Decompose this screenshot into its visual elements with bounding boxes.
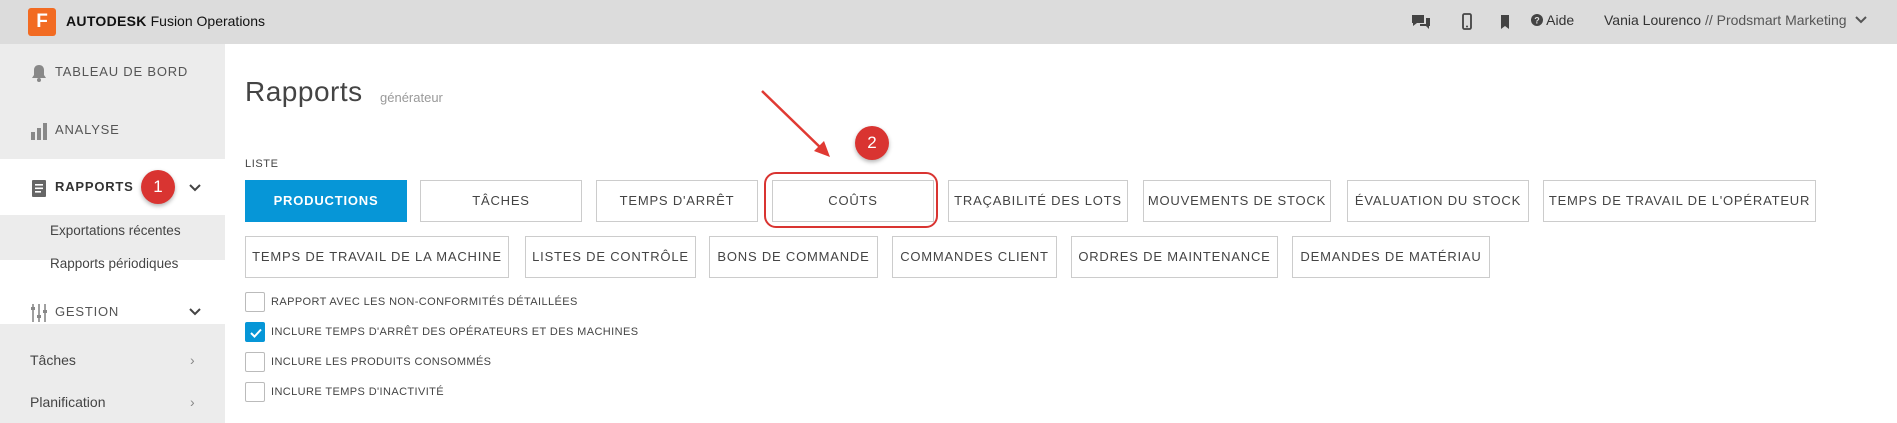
user-menu[interactable]: Vania Lourenco // Prodsmart Marketing bbox=[1604, 12, 1868, 28]
sidebar-item-label: RAPPORTS bbox=[55, 179, 134, 194]
option-label: RAPPORT AVEC LES NON-CONFORMITÉS DÉTAILL… bbox=[271, 296, 578, 308]
report-material-requests-button[interactable]: DEMANDES DE MATÉRIAU bbox=[1292, 236, 1490, 278]
brand-product: Fusion Operations bbox=[150, 13, 266, 29]
sidebar-subitem-tasks[interactable]: Tâches bbox=[30, 352, 76, 368]
report-purchase-orders-button[interactable]: BONS DE COMMANDE bbox=[709, 236, 878, 278]
report-checklists-button[interactable]: LISTES DE CONTRÔLE bbox=[525, 236, 696, 278]
sidebar-item-label: ANALYSE bbox=[55, 122, 120, 137]
mobile-icon[interactable] bbox=[1456, 12, 1478, 32]
report-productions-button[interactable]: PRODUCTIONS bbox=[245, 180, 407, 222]
app-logo[interactable]: F bbox=[28, 8, 56, 36]
report-operator-work-time-button[interactable]: TEMPS DE TRAVAIL DE L'OPÉRATEUR bbox=[1543, 180, 1816, 222]
help-icon: ? bbox=[1531, 14, 1543, 26]
option-label: INCLURE TEMPS D'INACTIVITÉ bbox=[271, 386, 445, 398]
page-title: Rapports bbox=[245, 76, 363, 107]
chat-icon[interactable] bbox=[1410, 12, 1432, 32]
report-lot-traceability-button[interactable]: TRAÇABILITÉ DES LOTS bbox=[948, 180, 1128, 222]
checkbox[interactable] bbox=[245, 352, 265, 372]
report-icon bbox=[28, 177, 50, 199]
chevron-down-icon[interactable] bbox=[188, 305, 202, 319]
list-label: LISTE bbox=[245, 158, 279, 170]
brand-name: AUTODESK Fusion Operations bbox=[66, 13, 265, 29]
checkbox[interactable] bbox=[245, 382, 265, 402]
checkbox[interactable] bbox=[245, 292, 265, 312]
option-label: INCLURE LES PRODUITS CONSOMMÉS bbox=[271, 356, 492, 368]
page-subtitle: générateur bbox=[380, 90, 443, 105]
sidebar-item-dashboard[interactable]: TABLEAU DE BORD bbox=[0, 44, 225, 100]
bookmark-icon[interactable] bbox=[1494, 12, 1516, 32]
step-badge-1: 1 bbox=[141, 170, 175, 204]
option-label: INCLURE TEMPS D'ARRÊT DES OPÉRATEURS ET … bbox=[271, 326, 639, 338]
sidebar-item-analysis[interactable]: ANALYSE bbox=[0, 102, 225, 158]
report-stock-valuation-button[interactable]: ÉVALUATION DU STOCK bbox=[1347, 180, 1529, 222]
sidebar-subitem-recent-exports[interactable]: Exportations récentes bbox=[50, 223, 181, 238]
org-name: Prodsmart Marketing bbox=[1716, 12, 1847, 28]
report-machine-work-time-button[interactable]: TEMPS DE TRAVAIL DE LA MACHINE bbox=[245, 236, 509, 278]
report-customer-orders-button[interactable]: COMMANDES CLIENT bbox=[892, 236, 1057, 278]
sidebar-item-label: TABLEAU DE BORD bbox=[55, 64, 189, 79]
checkbox[interactable] bbox=[245, 322, 265, 342]
sidebar-item-management[interactable]: GESTION bbox=[0, 284, 225, 340]
report-maintenance-orders-button[interactable]: ORDRES DE MAINTENANCE bbox=[1071, 236, 1278, 278]
report-stock-movements-button[interactable]: MOUVEMENTS DE STOCK bbox=[1143, 180, 1331, 222]
help-label: Aide bbox=[1546, 12, 1575, 28]
brand-bold: AUTODESK bbox=[66, 13, 147, 29]
svg-text:?: ? bbox=[1534, 16, 1540, 26]
check-icon bbox=[250, 328, 262, 338]
sidebar-subitem-planning[interactable]: Planification bbox=[30, 394, 106, 410]
sidebar-item-reports[interactable]: RAPPORTS 1 bbox=[0, 159, 225, 215]
sliders-icon bbox=[28, 302, 50, 324]
chevron-right-icon: › bbox=[190, 394, 195, 410]
chevron-down-icon bbox=[1855, 16, 1868, 24]
report-downtime-button[interactable]: TEMPS D'ARRÊT bbox=[596, 180, 758, 222]
chevron-down-icon[interactable] bbox=[188, 181, 202, 195]
costs-highlight-box bbox=[764, 172, 938, 228]
sidebar: TABLEAU DE BORD ANALYSE RAPPORTS 1 Expor… bbox=[0, 44, 225, 423]
bell-icon bbox=[28, 62, 50, 84]
chevron-right-icon: › bbox=[190, 352, 195, 368]
bar-chart-icon bbox=[28, 120, 50, 142]
step-badge-2: 2 bbox=[855, 126, 889, 160]
help-link[interactable]: ? Aide bbox=[1531, 12, 1574, 28]
sidebar-item-label: GESTION bbox=[55, 304, 120, 319]
report-tasks-button[interactable]: TÂCHES bbox=[420, 180, 582, 222]
sidebar-subitem-periodic-reports[interactable]: Rapports périodiques bbox=[50, 256, 178, 271]
user-name: Vania Lourenco bbox=[1604, 12, 1702, 28]
org-separator: // bbox=[1704, 12, 1713, 28]
annotation-arrow-icon bbox=[761, 90, 830, 157]
top-bar: F AUTODESK Fusion Operations ? Aide Vani… bbox=[0, 0, 1897, 44]
